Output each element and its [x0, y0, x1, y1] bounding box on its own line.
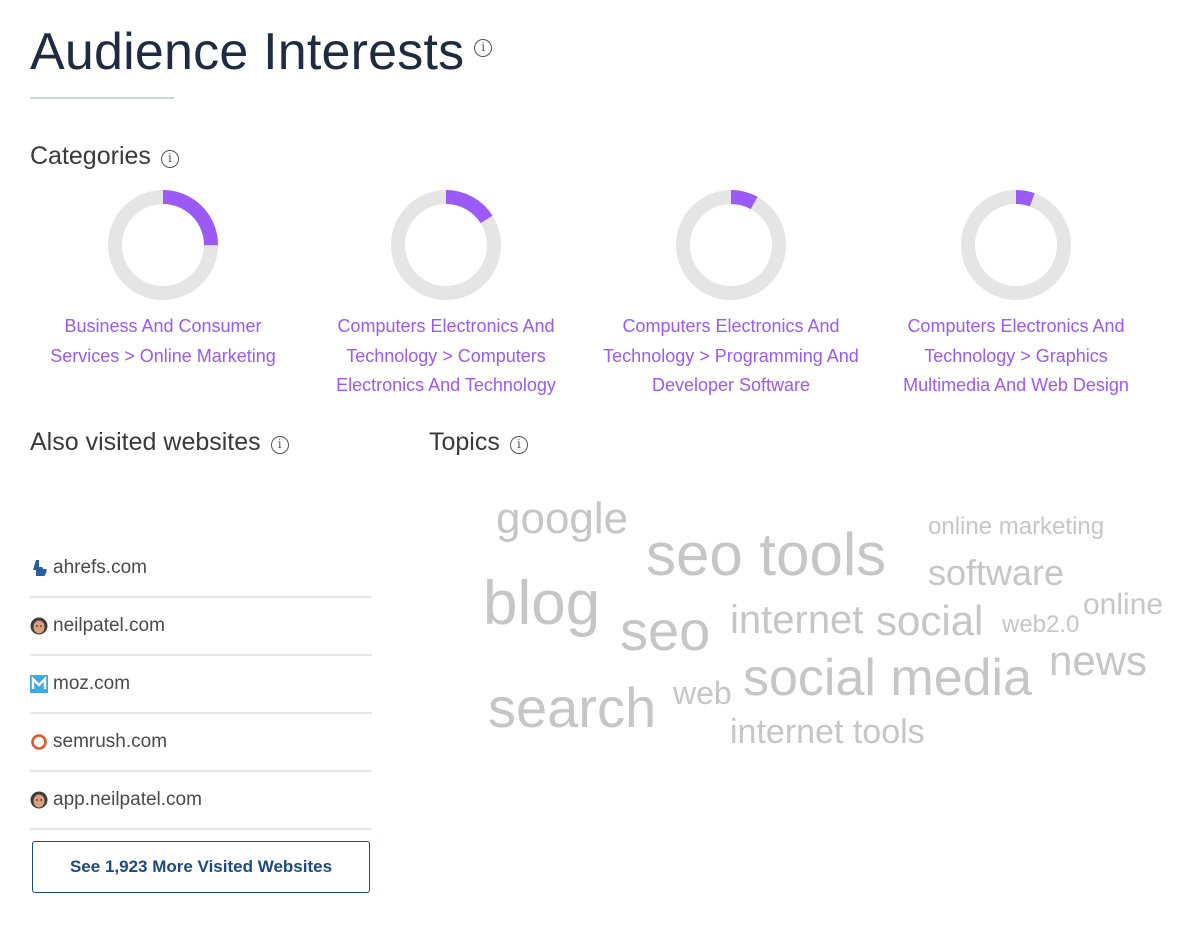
site-link[interactable]: semrush.com: [53, 731, 167, 753]
topic-word[interactable]: online: [1083, 590, 1163, 620]
topic-word[interactable]: web2.0: [1002, 613, 1079, 637]
category-donut-chart: [961, 190, 1071, 300]
title-underline: [30, 97, 174, 99]
site-link[interactable]: ahrefs.com: [53, 557, 147, 579]
info-icon[interactable]: i: [160, 150, 179, 168]
topic-word[interactable]: google: [496, 497, 628, 541]
topic-word[interactable]: web: [673, 677, 732, 709]
neilpatel-avatar-icon: [30, 791, 48, 809]
see-more-websites-button[interactable]: See 1,923 More Visited Websites: [32, 841, 370, 893]
category-donut-chart: [391, 190, 501, 300]
topic-word[interactable]: seo tools: [646, 525, 886, 585]
info-icon[interactable]: i: [270, 436, 289, 454]
category-link[interactable]: Business And Consumer Services > Online …: [33, 312, 293, 371]
also-visited-heading: Also visited websites i: [30, 428, 289, 457]
list-item[interactable]: ahrefs.com: [30, 540, 372, 598]
also-visited-list: ahrefs.com neilpatel.com moz.com semrush…: [30, 540, 372, 830]
category-donut-chart: [676, 190, 786, 300]
topic-word[interactable]: search: [488, 680, 656, 736]
category-item[interactable]: Business And Consumer Services > Online …: [33, 188, 293, 371]
list-item[interactable]: semrush.com: [30, 714, 372, 772]
ahrefs-icon: [33, 560, 47, 576]
site-link[interactable]: neilpatel.com: [53, 615, 165, 637]
list-item[interactable]: neilpatel.com: [30, 598, 372, 656]
topic-word[interactable]: online marketing: [928, 515, 1104, 539]
topic-word[interactable]: internet: [730, 600, 863, 640]
category-link[interactable]: Computers Electronics And Technology > C…: [316, 312, 576, 401]
info-icon[interactable]: i: [509, 436, 528, 454]
category-donut-chart: [108, 190, 218, 300]
topic-word[interactable]: internet tools: [730, 715, 925, 749]
category-link[interactable]: Computers Electronics And Technology > G…: [886, 312, 1146, 401]
topics-heading: Topics i: [429, 428, 528, 457]
category-item[interactable]: Computers Electronics And Technology > P…: [601, 188, 861, 401]
topics-word-cloud: google seo tools online marketing softwa…: [440, 480, 1180, 780]
info-icon[interactable]: i: [474, 39, 493, 57]
list-item[interactable]: app.neilpatel.com: [30, 772, 372, 830]
topic-word[interactable]: blog: [483, 573, 600, 635]
category-link[interactable]: Computers Electronics And Technology > P…: [601, 312, 861, 401]
category-item[interactable]: Computers Electronics And Technology > C…: [316, 188, 576, 401]
list-item[interactable]: moz.com: [30, 656, 372, 714]
topic-word[interactable]: news: [1049, 640, 1147, 682]
neilpatel-avatar-icon: [30, 617, 48, 635]
topic-word[interactable]: social media: [743, 652, 1032, 704]
topic-word[interactable]: seo: [620, 603, 710, 659]
site-link[interactable]: moz.com: [53, 673, 130, 695]
topic-word[interactable]: software: [928, 555, 1064, 591]
moz-icon: [30, 675, 48, 693]
page-title: Audience Interests i: [30, 22, 493, 82]
site-link[interactable]: app.neilpatel.com: [53, 789, 202, 811]
categories-heading: Categories i: [30, 142, 179, 171]
topic-word[interactable]: social: [876, 600, 983, 642]
semrush-icon: [31, 734, 47, 750]
category-item[interactable]: Computers Electronics And Technology > G…: [886, 188, 1146, 401]
